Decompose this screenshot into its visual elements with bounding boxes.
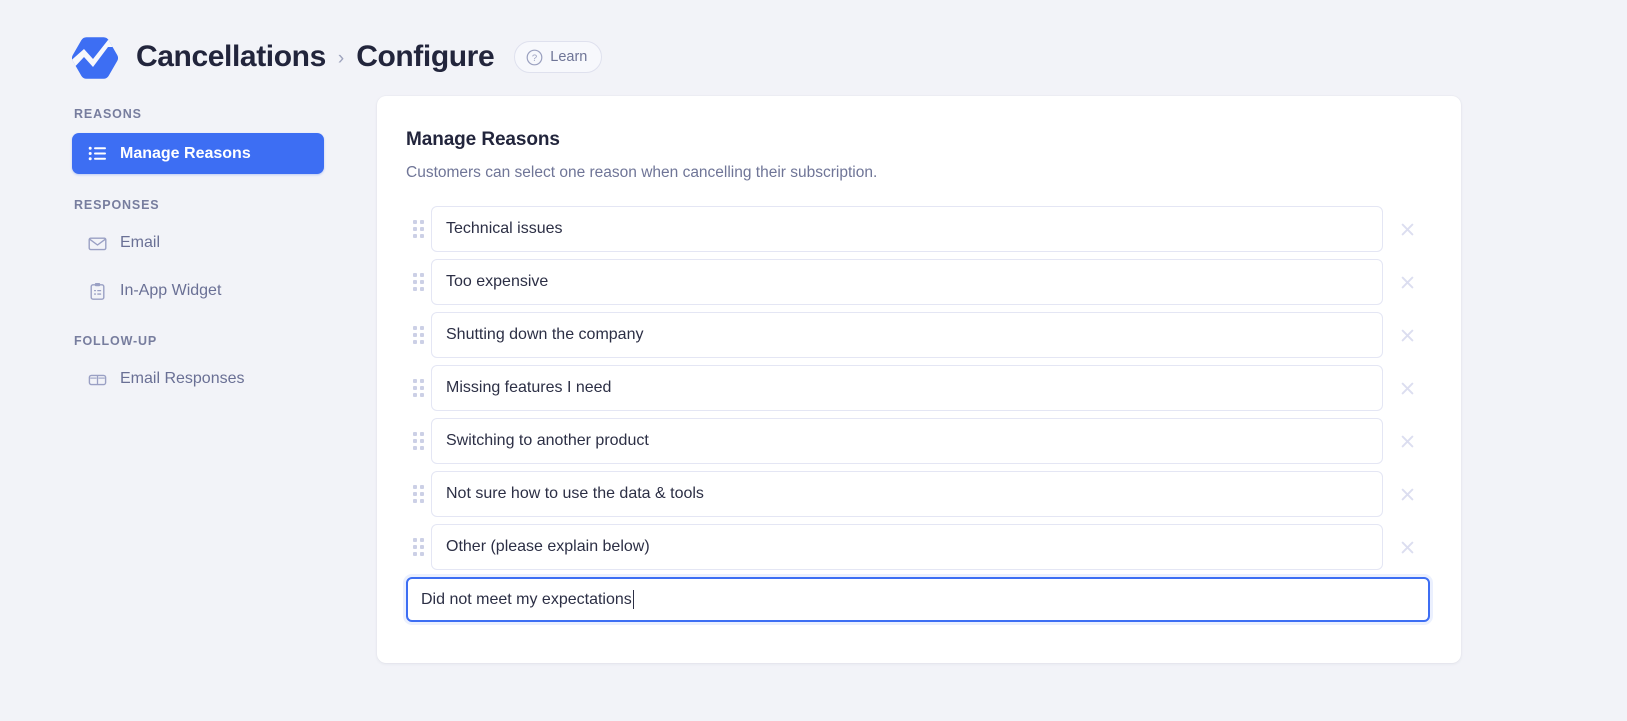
close-x-icon	[1400, 540, 1415, 555]
close-x-icon	[1400, 434, 1415, 449]
delete-reason-button[interactable]	[1384, 524, 1430, 570]
reason-input[interactable]	[431, 206, 1383, 252]
drag-dots	[413, 220, 424, 238]
new-reason-input[interactable]: Did not meet my expectations	[406, 577, 1430, 622]
sidebar-item-email-responses[interactable]: Email Responses	[72, 360, 324, 398]
sidebar-item-label: Email	[120, 235, 160, 251]
drag-handle-icon[interactable]	[406, 212, 430, 246]
sidebar-item-email[interactable]: Email	[72, 224, 324, 262]
sidebar-item-label: Email Responses	[120, 371, 245, 387]
question-circle-icon: ?	[526, 49, 543, 66]
drag-handle-icon[interactable]	[406, 530, 430, 564]
drag-handle-icon[interactable]	[406, 477, 430, 511]
delete-reason-button[interactable]	[1384, 365, 1430, 411]
drag-handle-icon[interactable]	[406, 265, 430, 299]
reason-input[interactable]	[431, 471, 1383, 517]
analytics-logo-icon	[72, 34, 118, 80]
list-icon	[88, 144, 107, 163]
sidebar-item-label: In-App Widget	[120, 283, 221, 299]
reason-row	[406, 259, 1430, 305]
drag-dots	[413, 273, 424, 291]
delete-reason-button[interactable]	[1384, 206, 1430, 252]
sidebar-group-title-responses: RESPONSES	[72, 198, 324, 224]
sidebar-item-in-app-widget[interactable]: In-App Widget	[72, 272, 324, 310]
learn-button-label: Learn	[550, 50, 587, 65]
reason-input[interactable]	[431, 365, 1383, 411]
drag-handle-icon[interactable]	[406, 424, 430, 458]
main-content: Manage Reasons Customers can select one …	[324, 96, 1627, 663]
page-title: Manage Reasons	[406, 129, 1430, 151]
drag-dots	[413, 538, 424, 556]
reason-row	[406, 312, 1430, 358]
breadcrumb: Cancellations › Configure	[136, 42, 494, 72]
delete-reason-button[interactable]	[1384, 471, 1430, 517]
close-x-icon	[1400, 328, 1415, 343]
delete-reason-button[interactable]	[1384, 312, 1430, 358]
breadcrumb-current: Configure	[356, 42, 494, 72]
sidebar: REASONS Manage Reasons	[72, 96, 324, 408]
reason-row	[406, 524, 1430, 570]
text-caret	[633, 590, 634, 609]
drag-dots	[413, 379, 424, 397]
new-reason-value: Did not meet my expectations	[421, 591, 632, 609]
sidebar-group-reasons: REASONS Manage Reasons	[72, 107, 324, 174]
reason-row	[406, 471, 1430, 517]
delete-reason-button[interactable]	[1384, 418, 1430, 464]
reason-input[interactable]	[431, 312, 1383, 358]
sidebar-group-responses: RESPONSES Email	[72, 198, 324, 310]
drag-dots	[413, 326, 424, 344]
drag-handle-icon[interactable]	[406, 318, 430, 352]
reason-row	[406, 206, 1430, 252]
sidebar-group-follow-up: FOLLOW-UP Email Responses	[72, 334, 324, 398]
drag-dots	[413, 432, 424, 450]
manage-reasons-card: Manage Reasons Customers can select one …	[377, 96, 1461, 663]
sidebar-item-manage-reasons[interactable]: Manage Reasons	[72, 133, 324, 174]
envelope-icon	[88, 234, 107, 253]
reason-row	[406, 365, 1430, 411]
drag-handle-icon[interactable]	[406, 371, 430, 405]
app-header: Cancellations › Configure ? Learn	[0, 0, 1627, 96]
reason-input[interactable]	[431, 418, 1383, 464]
svg-text:?: ?	[532, 53, 537, 64]
new-reason-row: Did not meet my expectations	[406, 577, 1430, 622]
close-x-icon	[1400, 381, 1415, 396]
close-x-icon	[1400, 487, 1415, 502]
breadcrumb-separator-icon: ›	[338, 49, 344, 68]
sidebar-group-title-reasons: REASONS	[72, 107, 324, 133]
drag-dots	[413, 485, 424, 503]
sidebar-item-label: Manage Reasons	[120, 146, 251, 162]
reason-row	[406, 418, 1430, 464]
breadcrumb-parent[interactable]: Cancellations	[136, 42, 326, 72]
close-x-icon	[1400, 275, 1415, 290]
close-x-icon	[1400, 222, 1415, 237]
reason-input[interactable]	[431, 259, 1383, 305]
sidebar-group-title-follow-up: FOLLOW-UP	[72, 334, 324, 360]
clipboard-icon	[88, 282, 107, 301]
reason-input[interactable]	[431, 524, 1383, 570]
page-subtitle: Customers can select one reason when can…	[406, 164, 1430, 182]
reason-list	[406, 206, 1430, 570]
page-body: REASONS Manage Reasons	[0, 96, 1627, 663]
inbox-icon	[88, 370, 107, 389]
learn-button[interactable]: ? Learn	[514, 41, 602, 73]
delete-reason-button[interactable]	[1384, 259, 1430, 305]
